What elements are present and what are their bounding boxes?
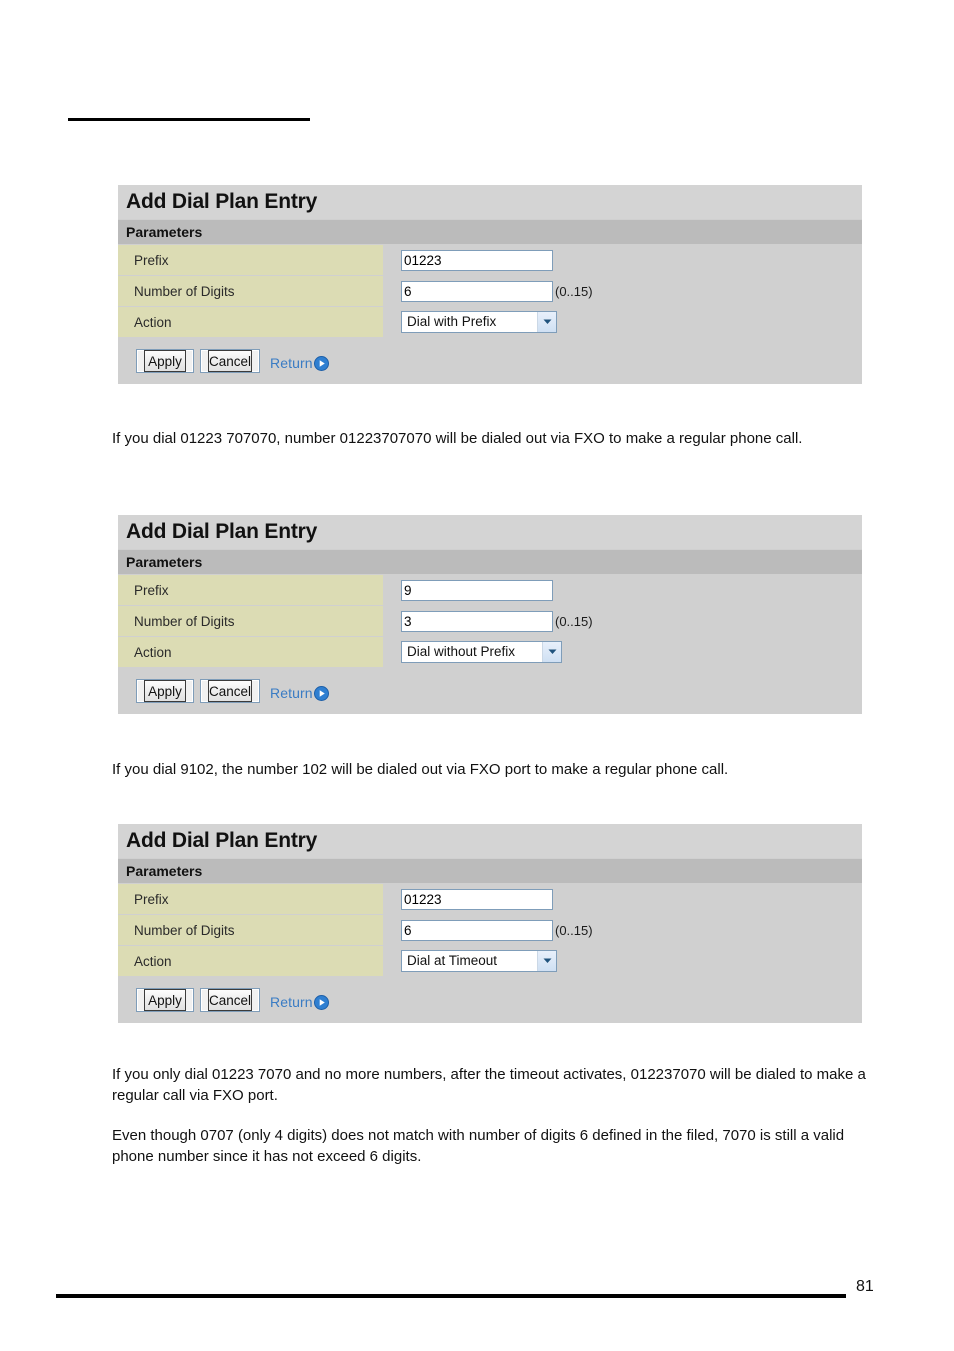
number-of-digits-range-hint: (0..15)	[555, 922, 593, 938]
row-prefix: Prefix	[118, 245, 862, 275]
footer-rule	[56, 1294, 846, 1298]
cancel-button[interactable]: Cancel	[200, 679, 261, 703]
row-number-of-digits: Number of Digits (0..15)	[118, 276, 862, 306]
paragraph-4: Even though 0707 (only 4 digits) does no…	[112, 1127, 845, 1165]
play-circle-icon	[313, 685, 329, 701]
return-link-label: Return	[270, 685, 313, 701]
paragraph-2: If you dial 9102, the number 102 will be…	[112, 761, 729, 778]
action-value-cell: Dial without Prefix	[383, 637, 862, 667]
panel-title: Add Dial Plan Entry	[118, 515, 862, 549]
return-link[interactable]: Return	[270, 685, 329, 701]
apply-button[interactable]: Apply	[136, 679, 194, 703]
return-link[interactable]: Return	[270, 355, 329, 371]
action-select-value: Dial at Timeout	[407, 953, 498, 968]
action-select[interactable]: Dial with Prefix	[401, 311, 557, 333]
action-select-value: Dial without Prefix	[407, 644, 516, 659]
button-bar: Apply Cancel Return	[118, 977, 862, 1023]
action-label: Action	[118, 946, 383, 976]
number-of-digits-input[interactable]	[401, 919, 553, 941]
chevron-down-icon[interactable]	[537, 951, 556, 971]
row-action: Action Dial with Prefix	[118, 307, 862, 337]
panel-subhead-parameters: Parameters	[118, 220, 862, 244]
chevron-down-icon[interactable]	[542, 642, 561, 662]
paragraph-1: If you dial 01223 707070, number 0122370…	[112, 430, 803, 447]
button-bar: Apply Cancel Return	[118, 338, 862, 384]
row-action: Action Dial at Timeout	[118, 946, 862, 976]
apply-button-label: Apply	[144, 680, 186, 702]
action-select-value: Dial with Prefix	[407, 314, 497, 329]
row-number-of-digits: Number of Digits (0..15)	[118, 606, 862, 636]
action-select[interactable]: Dial at Timeout	[401, 950, 557, 972]
chevron-down-icon[interactable]	[537, 312, 556, 332]
number-of-digits-range-hint: (0..15)	[555, 613, 593, 629]
action-value-cell: Dial at Timeout	[383, 946, 862, 976]
return-link[interactable]: Return	[270, 994, 329, 1010]
number-of-digits-value-cell: (0..15)	[383, 276, 862, 306]
prefix-input[interactable]	[401, 888, 553, 910]
cancel-button[interactable]: Cancel	[200, 349, 261, 373]
panel-subhead-parameters: Parameters	[118, 550, 862, 574]
prefix-label: Prefix	[118, 575, 383, 605]
prefix-label: Prefix	[118, 884, 383, 914]
action-value-cell: Dial with Prefix	[383, 307, 862, 337]
apply-button[interactable]: Apply	[136, 349, 194, 373]
row-prefix: Prefix	[118, 575, 862, 605]
play-circle-icon	[313, 355, 329, 371]
play-circle-icon	[313, 994, 329, 1010]
cancel-button-label: Cancel	[208, 680, 253, 702]
cancel-button-label: Cancel	[208, 989, 253, 1011]
number-of-digits-label: Number of Digits	[118, 276, 383, 306]
prefix-value-cell	[383, 245, 862, 275]
return-link-label: Return	[270, 355, 313, 371]
prefix-input[interactable]	[401, 249, 553, 271]
number-of-digits-value-cell: (0..15)	[383, 606, 862, 636]
button-bar: Apply Cancel Return	[118, 668, 862, 714]
prefix-input[interactable]	[401, 579, 553, 601]
number-of-digits-input[interactable]	[401, 610, 553, 632]
panel-title: Add Dial Plan Entry	[118, 185, 862, 219]
prefix-value-cell	[383, 884, 862, 914]
row-number-of-digits: Number of Digits (0..15)	[118, 915, 862, 945]
panel-title: Add Dial Plan Entry	[118, 824, 862, 858]
header-rule	[68, 118, 310, 121]
panel-subhead-parameters: Parameters	[118, 859, 862, 883]
add-dial-plan-entry-panel-1: Add Dial Plan Entry Parameters Prefix Nu…	[118, 185, 862, 384]
prefix-value-cell	[383, 575, 862, 605]
action-select[interactable]: Dial without Prefix	[401, 641, 562, 663]
number-of-digits-input[interactable]	[401, 280, 553, 302]
number-of-digits-label: Number of Digits	[118, 606, 383, 636]
action-label: Action	[118, 637, 383, 667]
apply-button[interactable]: Apply	[136, 988, 194, 1012]
row-action: Action Dial without Prefix	[118, 637, 862, 667]
cancel-button[interactable]: Cancel	[200, 988, 261, 1012]
number-of-digits-range-hint: (0..15)	[555, 283, 593, 299]
add-dial-plan-entry-panel-2: Add Dial Plan Entry Parameters Prefix Nu…	[118, 515, 862, 714]
cancel-button-label: Cancel	[208, 350, 253, 372]
number-of-digits-label: Number of Digits	[118, 915, 383, 945]
add-dial-plan-entry-panel-3: Add Dial Plan Entry Parameters Prefix Nu…	[118, 824, 862, 1023]
action-label: Action	[118, 307, 383, 337]
number-of-digits-value-cell: (0..15)	[383, 915, 862, 945]
apply-button-label: Apply	[144, 989, 186, 1011]
return-link-label: Return	[270, 994, 313, 1010]
prefix-label: Prefix	[118, 245, 383, 275]
page-number: 81	[856, 1278, 874, 1295]
row-prefix: Prefix	[118, 884, 862, 914]
apply-button-label: Apply	[144, 350, 186, 372]
paragraph-3: If you only dial 01223 7070 and no more …	[112, 1066, 866, 1104]
